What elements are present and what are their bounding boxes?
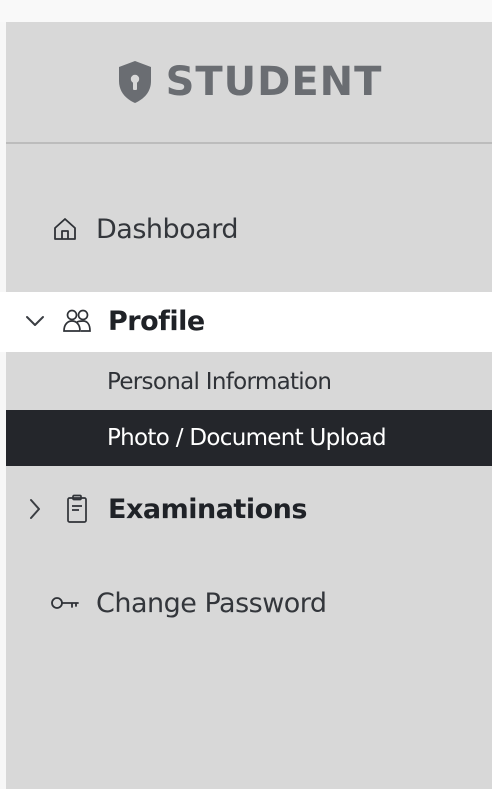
shield-icon bbox=[116, 59, 154, 105]
nav-label-profile: Profile bbox=[108, 305, 205, 337]
home-icon bbox=[48, 216, 82, 242]
clipboard-icon bbox=[60, 494, 94, 524]
brand-title: STUDENT bbox=[165, 59, 383, 105]
nav-item-dashboard[interactable]: Dashboard bbox=[48, 206, 238, 252]
nav-item-profile[interactable]: Profile bbox=[22, 298, 205, 344]
key-icon bbox=[48, 595, 82, 611]
nav-label-change-password: Change Password bbox=[96, 587, 327, 619]
brand-header: STUDENT bbox=[6, 22, 492, 142]
nav-item-change-password[interactable]: Change Password bbox=[48, 580, 327, 626]
nav-item-examinations[interactable]: Examinations bbox=[22, 486, 307, 532]
users-icon bbox=[60, 308, 94, 334]
top-strip bbox=[0, 0, 492, 22]
chevron-right-icon bbox=[22, 497, 48, 521]
brand-divider bbox=[6, 142, 492, 144]
sub-item-personal-information[interactable]: Personal Information bbox=[107, 366, 332, 398]
nav-label-dashboard: Dashboard bbox=[96, 213, 238, 245]
nav-label-examinations: Examinations bbox=[108, 493, 307, 525]
sidebar: STUDENT Dashboard Profile Personal Infor… bbox=[0, 0, 492, 789]
sub-item-photo-document-upload[interactable]: Photo / Document Upload bbox=[107, 422, 387, 454]
chevron-down-icon bbox=[22, 314, 48, 328]
